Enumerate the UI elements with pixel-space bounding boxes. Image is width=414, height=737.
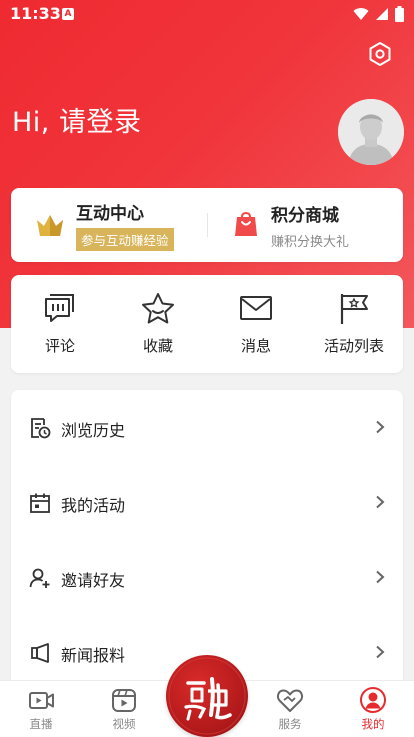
- invite-user-icon: [29, 568, 50, 588]
- menu-item-label: 邀请好友: [61, 571, 126, 590]
- menu-list: 浏览历史 我的活动 邀请好友 新闻报料: [11, 390, 403, 690]
- action-message-label: 消息: [240, 337, 271, 355]
- battery-icon: [395, 6, 404, 22]
- interaction-center-badge: 参与互动赚经验: [76, 228, 174, 251]
- comment-icon: [45, 294, 74, 322]
- points-mall-title: 积分商城: [271, 205, 339, 226]
- rong-logo-icon: [168, 657, 246, 735]
- tab-label: 我的: [361, 717, 385, 731]
- wifi-icon: [353, 8, 369, 20]
- history-icon: [31, 418, 51, 439]
- flag-icon: [340, 294, 368, 324]
- tab-service[interactable]: 服务: [249, 681, 331, 737]
- tab-label: 服务: [278, 717, 302, 731]
- avatar[interactable]: [338, 99, 404, 165]
- crown-icon: [37, 215, 63, 236]
- tab-mine[interactable]: 我的: [332, 681, 414, 737]
- points-mall-entry[interactable]: 积分商城 赚积分换大礼: [233, 188, 349, 262]
- status-bar: 11:33 A: [0, 0, 414, 30]
- action-comment-label: 评论: [44, 337, 75, 355]
- menu-item-invite-friends[interactable]: 邀请好友: [11, 540, 403, 615]
- action-favorite-label: 收藏: [142, 337, 173, 355]
- action-activity-list[interactable]: 活动列表: [305, 275, 403, 373]
- mail-icon: [240, 296, 272, 320]
- member-card: 互动中心 参与互动赚经验 积分商城 赚积分换大礼: [11, 188, 403, 262]
- interaction-center-entry[interactable]: 互动中心 参与互动赚经验: [35, 188, 174, 262]
- status-time: 11:33: [10, 4, 61, 23]
- login-prompt[interactable]: Hi, 请登录: [12, 100, 141, 139]
- tab-label: 直播: [29, 717, 53, 731]
- shopping-bag-icon: [235, 212, 257, 236]
- center-home-button[interactable]: [166, 655, 248, 737]
- chevron-right-icon: [376, 420, 385, 434]
- chevron-right-icon: [376, 495, 385, 509]
- live-icon: [29, 692, 54, 709]
- menu-item-label: 浏览历史: [61, 421, 126, 440]
- menu-item-my-activities[interactable]: 我的活动: [11, 465, 403, 540]
- action-message[interactable]: 消息: [207, 275, 305, 373]
- interaction-center-title: 互动中心: [76, 204, 144, 224]
- action-activity-list-label: 活动列表: [323, 337, 384, 355]
- tab-label: 视频: [112, 717, 136, 731]
- divider: [207, 213, 208, 237]
- menu-item-label: 新闻报料: [61, 646, 126, 665]
- handshake-icon: [276, 689, 304, 712]
- megaphone-icon: [31, 643, 49, 663]
- menu-item-label: 我的活动: [61, 496, 126, 515]
- signal-icon: [376, 8, 388, 20]
- action-favorite[interactable]: 收藏: [109, 275, 207, 373]
- chevron-right-icon: [376, 645, 385, 659]
- app-notification-icon: A: [62, 8, 74, 20]
- tab-live[interactable]: 直播: [0, 681, 82, 737]
- tab-video[interactable]: 视频: [83, 681, 165, 737]
- settings-icon[interactable]: [366, 40, 394, 68]
- default-avatar-icon: [338, 99, 404, 165]
- points-mall-subtitle: 赚积分换大礼: [271, 234, 350, 250]
- star-icon: [142, 293, 174, 324]
- chevron-right-icon: [376, 570, 385, 584]
- menu-item-history[interactable]: 浏览历史: [11, 390, 403, 465]
- quick-actions: 评论 收藏 消息 活动列表: [11, 275, 403, 373]
- video-icon: [112, 689, 136, 712]
- action-comment[interactable]: 评论: [11, 275, 109, 373]
- calendar-icon: [30, 493, 50, 513]
- profile-icon: [360, 687, 386, 713]
